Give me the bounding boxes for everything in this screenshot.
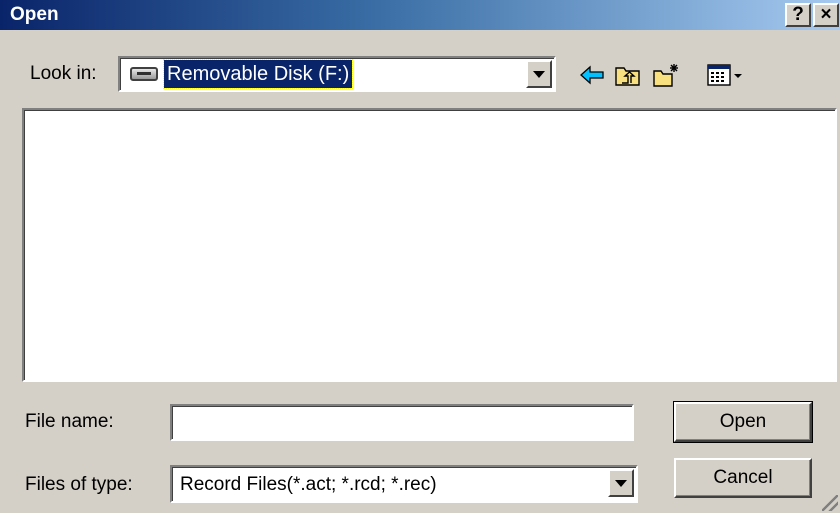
look-in-dropdown-arrow[interactable]: [526, 60, 552, 88]
files-of-type-dropdown-arrow[interactable]: [608, 469, 634, 497]
views-menu-icon[interactable]: [706, 62, 748, 88]
file-name-label: File name:: [25, 411, 114, 432]
title-bar[interactable]: Open ? ×: [0, 0, 840, 30]
cancel-button-label: Cancel: [713, 467, 773, 488]
file-name-input[interactable]: [170, 404, 634, 441]
files-of-type-value: Record Files(*.act; *.rcd; *.rec): [180, 474, 437, 495]
open-button[interactable]: Open: [673, 401, 813, 443]
file-list[interactable]: [22, 108, 837, 382]
back-icon[interactable]: [578, 62, 606, 88]
look-in-label: Look in:: [30, 63, 97, 84]
up-one-level-icon[interactable]: [614, 62, 642, 88]
close-button[interactable]: ×: [813, 3, 839, 27]
files-of-type-dropdown[interactable]: Record Files(*.act; *.rcd; *.rec): [170, 465, 638, 503]
cancel-button[interactable]: Cancel: [674, 458, 812, 498]
files-of-type-label: Files of type:: [25, 474, 133, 495]
window-title: Open: [10, 4, 59, 25]
look-in-dropdown[interactable]: Removable Disk (F:): [118, 56, 556, 92]
help-button[interactable]: ?: [785, 3, 811, 27]
resize-grip[interactable]: [822, 495, 838, 511]
open-button-label: Open: [719, 411, 767, 432]
look-in-value: Removable Disk (F:): [162, 59, 354, 89]
new-folder-icon[interactable]: [652, 62, 680, 88]
removable-disk-icon: [130, 67, 158, 81]
